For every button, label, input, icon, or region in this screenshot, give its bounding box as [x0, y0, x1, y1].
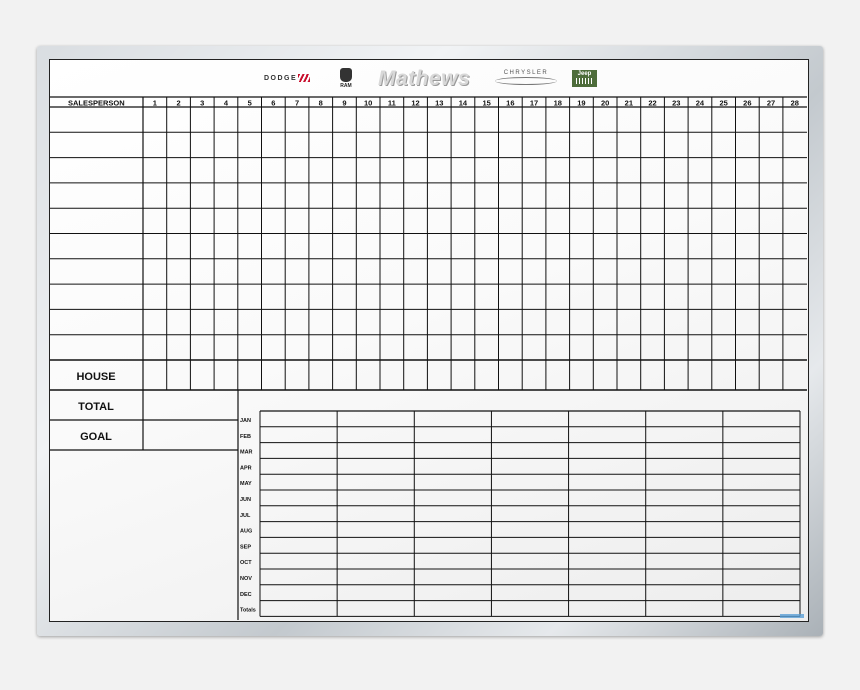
day-header-4: 4: [224, 99, 229, 108]
salesperson-header: SALESPERSON: [68, 99, 125, 108]
month-label-sep: SEP: [240, 544, 251, 550]
day-header-13: 13: [435, 99, 443, 108]
day-header-25: 25: [719, 99, 727, 108]
month-label-jul: JUL: [240, 513, 251, 519]
day-header-20: 20: [601, 99, 609, 108]
day-header-27: 27: [767, 99, 775, 108]
sales-tracking-grid: SALESPERSON 1 2 3 4 5 6 7 8 9 10 11 12 13 14 15 16 17 18 19…: [50, 96, 807, 620]
goal-label: GOAL: [80, 431, 112, 443]
day-header-15: 15: [482, 99, 490, 108]
day-header-12: 12: [411, 99, 419, 108]
month-label-oct: OCT: [240, 560, 252, 566]
month-label-jun: JUN: [240, 497, 251, 503]
day-header-24: 24: [696, 99, 705, 108]
manufacturer-mark-icon: [780, 614, 804, 618]
month-label-aug: AUG: [240, 529, 252, 535]
day-header-7: 7: [295, 99, 299, 108]
day-header-5: 5: [248, 99, 252, 108]
month-label-feb: FEB: [240, 434, 251, 440]
day-header-11: 11: [388, 99, 396, 108]
month-label-nov: NOV: [240, 576, 252, 582]
month-label-apr: APR: [240, 465, 252, 471]
day-header-18: 18: [554, 99, 562, 108]
month-label-jan: JAN: [240, 418, 251, 424]
day-header-17: 17: [530, 99, 538, 108]
whiteboard-surface: DODGE RAM Mathews CHRYSLER Jeep SALESPER…: [49, 59, 809, 622]
day-header-10: 10: [364, 99, 372, 108]
day-header-14: 14: [459, 99, 468, 108]
day-header-16: 16: [506, 99, 514, 108]
day-header-2: 2: [176, 99, 180, 108]
day-header-6: 6: [271, 99, 275, 108]
day-header-23: 23: [672, 99, 680, 108]
whiteboard-frame: DODGE RAM Mathews CHRYSLER Jeep SALESPER…: [37, 46, 823, 636]
day-header-26: 26: [743, 99, 751, 108]
day-header-8: 8: [319, 99, 323, 108]
month-label-totals: Totals: [240, 608, 256, 614]
day-header-19: 19: [577, 99, 585, 108]
day-header-3: 3: [200, 99, 204, 108]
day-header-9: 9: [342, 99, 346, 108]
house-label: HOUSE: [76, 371, 115, 383]
month-label-dec: DEC: [240, 592, 252, 598]
day-header-28: 28: [791, 99, 799, 108]
total-label: TOTAL: [78, 401, 114, 413]
month-label-mar: MAR: [240, 450, 253, 456]
month-label-may: MAY: [240, 481, 252, 487]
day-header-21: 21: [625, 99, 633, 108]
day-header-1: 1: [153, 99, 157, 108]
day-header-22: 22: [648, 99, 656, 108]
